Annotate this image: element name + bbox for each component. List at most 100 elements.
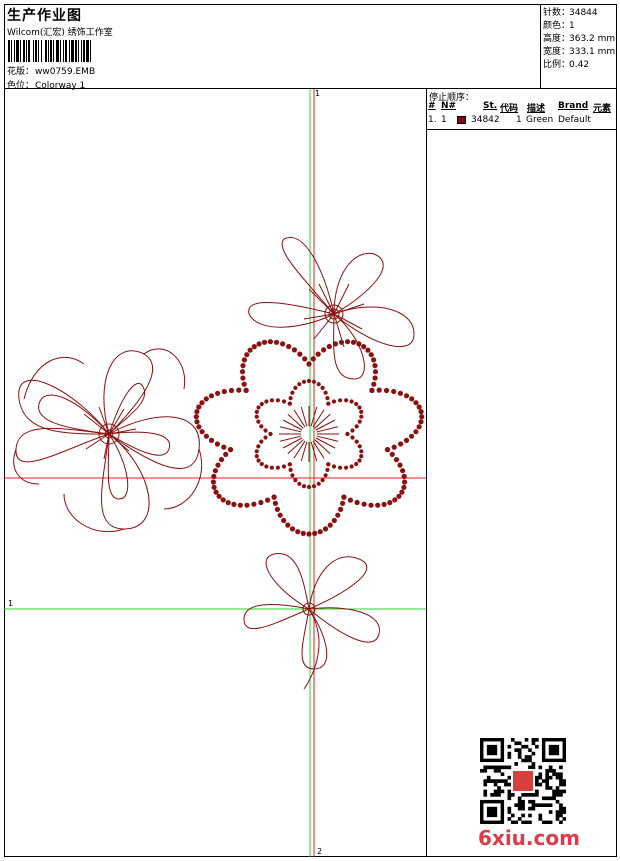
stat-label: 宽度：	[543, 47, 571, 57]
qr-module	[545, 820, 549, 824]
qr-module	[559, 813, 563, 818]
qr-module	[507, 751, 512, 756]
bead	[315, 351, 321, 357]
bead	[368, 502, 374, 508]
qr-module	[528, 748, 532, 752]
qr-module	[548, 744, 560, 756]
guide-label-top: 1	[315, 89, 321, 98]
bead	[256, 458, 261, 463]
header-info: 生产作业图 Wilcom(汇宏) 绣饰工作室 花版：ww0759.EMB 色位：…	[4, 4, 540, 91]
bead	[354, 439, 359, 444]
bead	[297, 382, 302, 387]
qr-module	[548, 775, 553, 780]
bead	[210, 479, 216, 485]
qr-module	[521, 813, 525, 818]
bead	[350, 428, 355, 433]
qr-module	[504, 779, 508, 783]
qr-module	[559, 765, 563, 770]
qr-module	[507, 744, 512, 749]
bead	[326, 343, 332, 350]
bead	[326, 401, 331, 406]
bead	[264, 399, 269, 404]
qr-module	[535, 779, 539, 783]
bead	[274, 506, 280, 512]
qr-module	[555, 810, 560, 814]
qr-module	[517, 817, 522, 821]
bead	[259, 461, 264, 467]
qr-module	[548, 820, 553, 824]
qr-module	[524, 793, 529, 797]
qr-module	[535, 793, 539, 797]
bead	[341, 494, 347, 500]
design-file-row: 花版：ww0759.EMB	[7, 64, 95, 77]
flower-left	[13, 348, 203, 533]
qr-module	[497, 779, 501, 783]
qr-module	[545, 803, 549, 807]
bead	[293, 478, 298, 483]
bead	[254, 409, 259, 414]
design-file-label: 花版：	[7, 67, 35, 77]
bead	[259, 401, 264, 407]
bead	[254, 454, 259, 459]
bead	[193, 414, 199, 420]
bead	[269, 465, 274, 470]
stat-height: 高度：363.2 mm	[543, 31, 615, 44]
qr-module	[497, 765, 501, 770]
qr-module	[535, 803, 539, 807]
flower-top-right	[248, 236, 415, 380]
stop-sequence-row[interactable]: 1. 1 34842 1 Green Default	[427, 115, 617, 127]
bead	[349, 464, 354, 469]
bead	[323, 473, 328, 478]
qr-module	[562, 810, 566, 814]
bead	[302, 356, 308, 362]
bead	[325, 396, 330, 401]
bead	[290, 390, 295, 395]
bead	[316, 481, 321, 486]
bead	[397, 462, 403, 468]
stat-value: 34844	[569, 8, 598, 18]
bead	[347, 497, 353, 503]
bead	[350, 435, 355, 440]
qr-module	[524, 758, 529, 763]
qr-module	[531, 738, 536, 742]
bead	[231, 501, 237, 507]
qr-code[interactable]	[480, 738, 566, 824]
color-swatch	[457, 116, 466, 124]
qr-module	[562, 782, 566, 787]
qr-module	[531, 806, 536, 811]
row-num: 1.	[428, 115, 437, 125]
bead	[227, 447, 234, 453]
bead	[354, 401, 359, 407]
bead	[288, 396, 293, 401]
qr-module	[517, 748, 522, 752]
bead	[212, 468, 218, 474]
bead	[361, 344, 367, 350]
bead	[398, 441, 404, 447]
bead	[396, 493, 402, 499]
bead	[295, 529, 301, 535]
stat-colors: 颜色：1	[543, 18, 575, 31]
bead	[254, 449, 259, 454]
qr-module	[541, 820, 546, 824]
qr-module	[524, 755, 529, 759]
design-canvas[interactable]: 1 2 1	[4, 89, 426, 857]
qr-module	[493, 768, 498, 773]
bead	[331, 517, 337, 524]
col-stitches: St.	[483, 101, 498, 111]
qr-module	[555, 813, 560, 818]
qr-module	[531, 762, 536, 766]
qr-module	[514, 803, 519, 807]
qr-module	[559, 779, 563, 783]
qr-module	[559, 789, 563, 794]
bead	[199, 429, 205, 435]
qr-module	[521, 806, 525, 811]
qr-module	[507, 796, 512, 801]
qr-module	[541, 779, 546, 783]
bead	[359, 449, 364, 454]
bead	[387, 500, 393, 506]
bead	[288, 467, 293, 472]
bead	[286, 343, 292, 350]
bead	[325, 467, 330, 472]
qr-module	[559, 775, 563, 780]
bead	[259, 439, 264, 444]
